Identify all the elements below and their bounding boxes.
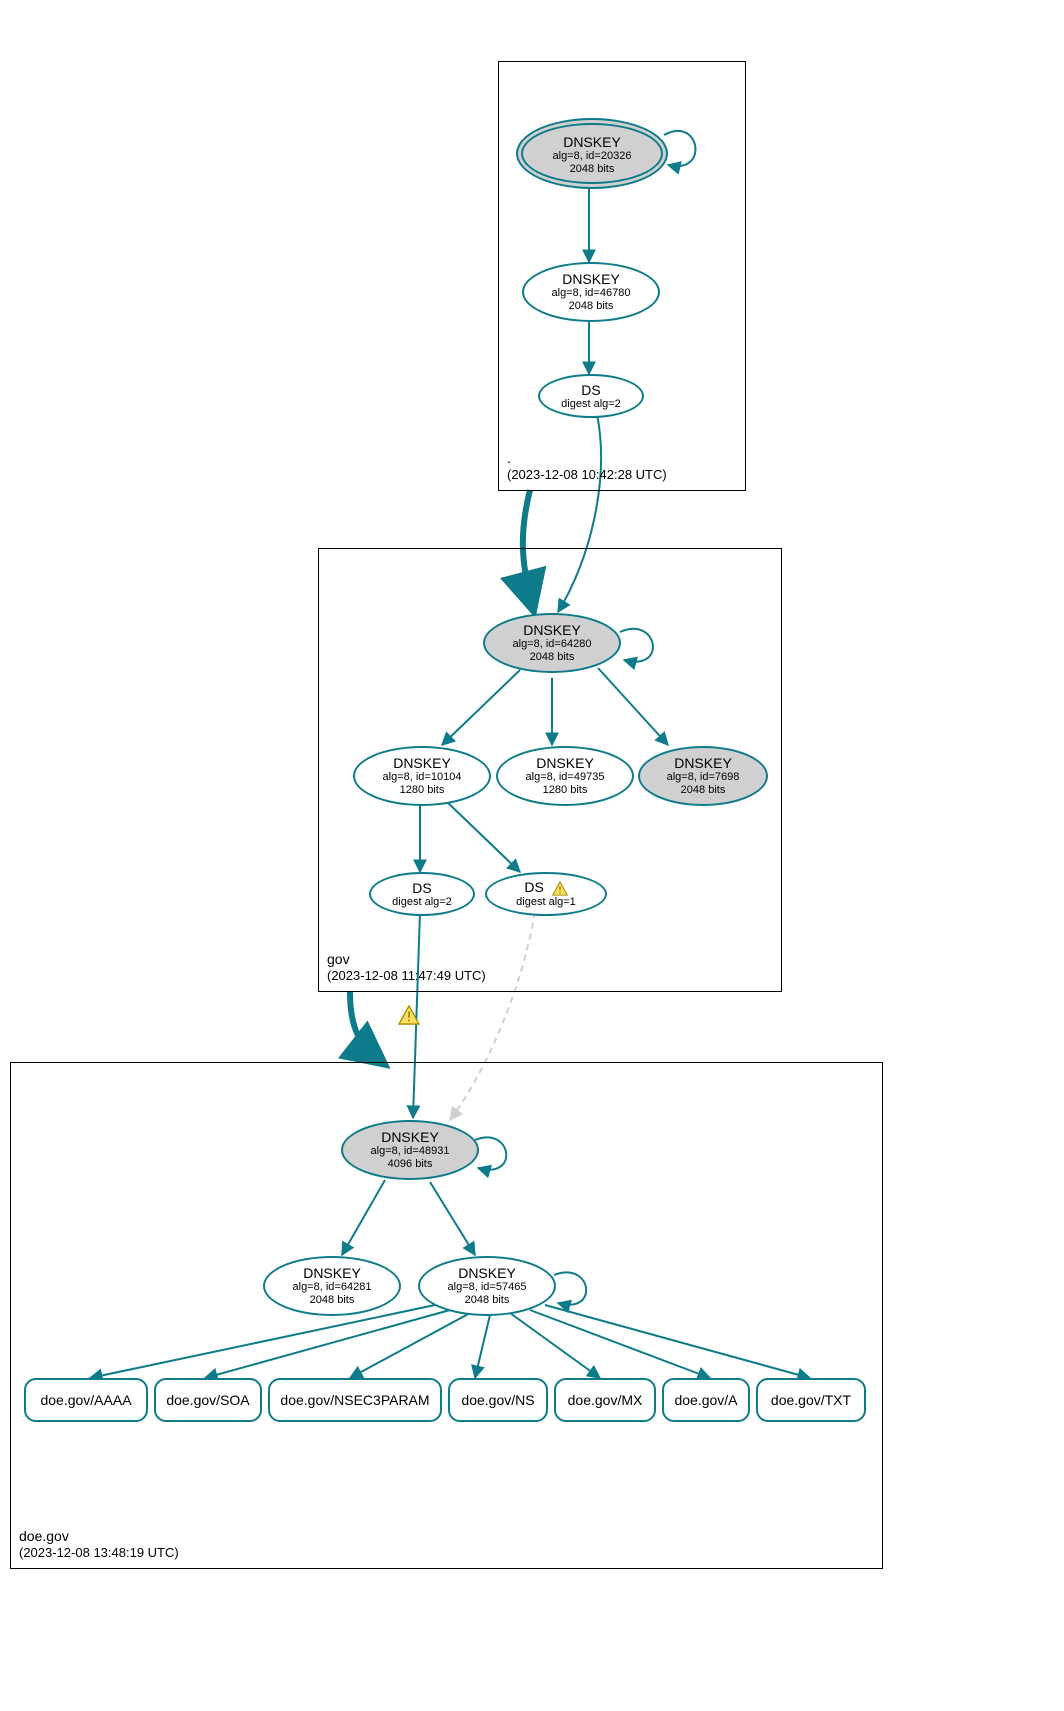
rr-nsec3param[interactable]: doe.gov/NSEC3PARAM <box>268 1378 442 1422</box>
rr-ns[interactable]: doe.gov/NS <box>448 1378 548 1422</box>
warning-icon <box>552 881 568 896</box>
zone-root-ts: (2023-12-08 10:42:28 UTC) <box>507 467 667 484</box>
zone-doe-label: doe.gov (2023-12-08 13:48:19 UTC) <box>19 1527 179 1562</box>
dnskey-root-zsk[interactable]: DNSKEY alg=8, id=46780 2048 bits <box>522 262 660 322</box>
rr-txt[interactable]: doe.gov/TXT <box>756 1378 866 1422</box>
dnskey-doe-ksk[interactable]: DNSKEY alg=8, id=48931 4096 bits <box>341 1120 479 1180</box>
dnskey-root-ksk[interactable]: DNSKEY alg=8, id=20326 2048 bits <box>516 118 668 189</box>
dnskey-doe-zsk-57465[interactable]: DNSKEY alg=8, id=57465 2048 bits <box>418 1256 556 1316</box>
zone-gov-ts: (2023-12-08 11:47:49 UTC) <box>327 968 486 985</box>
dnskey-gov-ksk[interactable]: DNSKEY alg=8, id=64280 2048 bits <box>483 613 621 673</box>
warning-icon <box>398 1005 420 1025</box>
dnskey-gov-7698[interactable]: DNSKEY alg=8, id=7698 2048 bits <box>638 746 768 806</box>
zone-gov-name: gov <box>327 950 486 968</box>
dnskey-gov-zsk-10104[interactable]: DNSKEY alg=8, id=10104 1280 bits <box>353 746 491 806</box>
ds-gov-alg2[interactable]: DS digest alg=2 <box>369 872 475 916</box>
rr-mx[interactable]: doe.gov/MX <box>554 1378 656 1422</box>
rr-soa[interactable]: doe.gov/SOA <box>154 1378 262 1422</box>
dnskey-gov-zsk-49735[interactable]: DNSKEY alg=8, id=49735 1280 bits <box>496 746 634 806</box>
dnskey-doe-zsk-64281[interactable]: DNSKEY alg=8, id=64281 2048 bits <box>263 1256 401 1316</box>
rr-a[interactable]: doe.gov/A <box>662 1378 750 1422</box>
zone-doe-name: doe.gov <box>19 1527 179 1545</box>
zone-gov-label: gov (2023-12-08 11:47:49 UTC) <box>327 950 486 985</box>
ds-root[interactable]: DS digest alg=2 <box>538 374 644 418</box>
zone-root-name: . <box>507 449 667 467</box>
rr-aaaa[interactable]: doe.gov/AAAA <box>24 1378 148 1422</box>
zone-root-label: . (2023-12-08 10:42:28 UTC) <box>507 449 667 484</box>
zone-doe-ts: (2023-12-08 13:48:19 UTC) <box>19 1545 179 1562</box>
ds-gov-alg1[interactable]: DS digest alg=1 <box>485 872 607 916</box>
